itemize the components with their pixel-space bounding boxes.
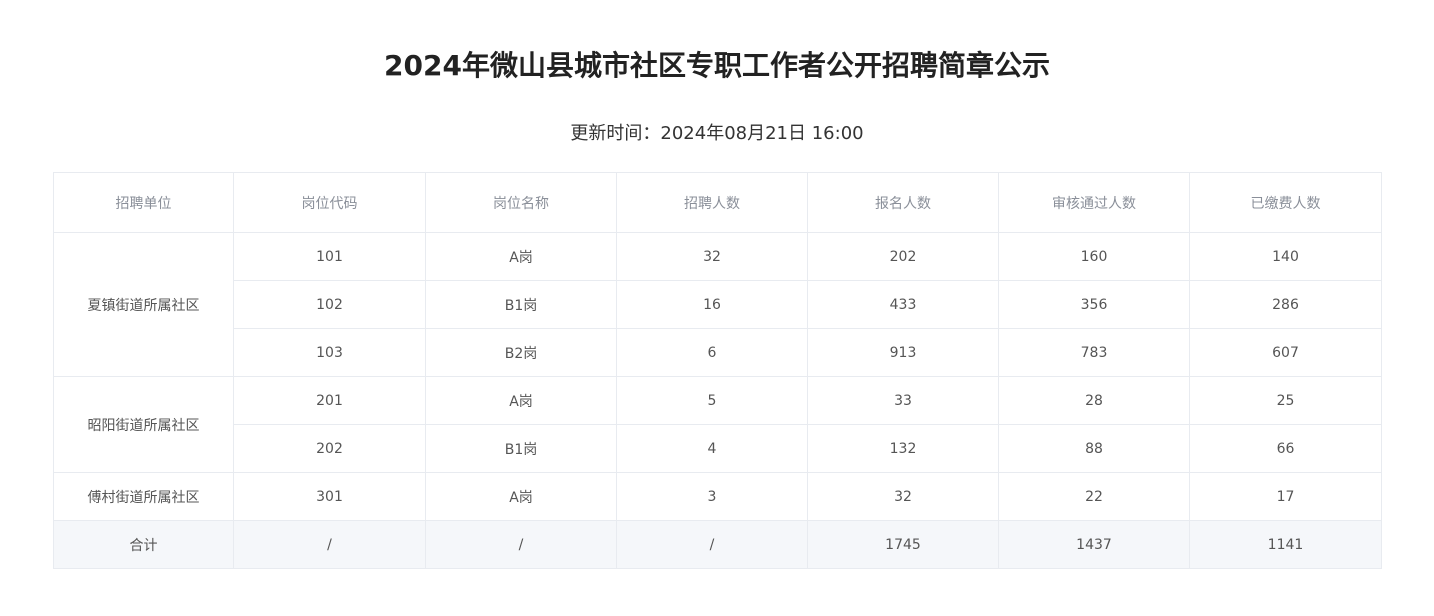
approved-cell: 28	[998, 376, 1190, 425]
table-row: 202 B1岗 4 132 88 66	[54, 424, 1382, 473]
update-time-line: 更新时间：2024年08月21日 16:00	[0, 120, 1434, 148]
quota-cell: 3	[616, 472, 808, 521]
quota-cell: 4	[616, 424, 808, 473]
quota-cell: 6	[616, 328, 808, 377]
total-quota-cell: /	[616, 520, 808, 569]
table-row: 傅村街道所属社区 301 A岗 3 32 22 17	[53, 472, 1382, 521]
applied-cell: 33	[807, 376, 999, 425]
name-cell: A岗	[425, 472, 617, 521]
paid-cell: 66	[1189, 424, 1382, 473]
name-cell: B1岗	[425, 424, 617, 473]
paid-cell: 17	[1189, 472, 1382, 521]
paid-cell: 25	[1189, 376, 1382, 425]
header-quota: 招聘人数	[616, 172, 808, 233]
paid-cell: 140	[1189, 232, 1382, 281]
page-title: 2024年微山县城市社区专职工作者公开招聘简章公示	[384, 49, 1050, 82]
recruitment-table: 招聘单位 岗位代码 岗位名称 招聘人数 报名人数 审核通过人数 已缴费人数 夏镇…	[53, 172, 1382, 569]
total-label-cell: 合计	[53, 520, 234, 569]
name-cell: B1岗	[425, 280, 617, 329]
code-cell: 101	[233, 232, 426, 281]
paid-cell: 607	[1189, 328, 1382, 377]
total-row: 合计 / / / 1745 1437 1141	[53, 520, 1382, 569]
quota-cell: 16	[616, 280, 808, 329]
approved-cell: 22	[998, 472, 1190, 521]
table-row: 夏镇街道所属社区 101 A岗 32 202 160 140	[53, 232, 1382, 377]
code-cell: 103	[233, 328, 426, 377]
header-code: 岗位代码	[233, 172, 426, 233]
total-approved-cell: 1437	[998, 520, 1190, 569]
applied-cell: 913	[807, 328, 999, 377]
name-cell: B2岗	[425, 328, 617, 377]
approved-cell: 783	[998, 328, 1190, 377]
unit-cell: 傅村街道所属社区	[53, 472, 234, 521]
header-approved: 审核通过人数	[998, 172, 1190, 233]
header-unit: 招聘单位	[53, 172, 234, 233]
code-cell: 301	[233, 472, 426, 521]
table-header-row: 招聘单位 岗位代码 岗位名称 招聘人数 报名人数 审核通过人数 已缴费人数	[53, 172, 1382, 233]
paid-cell: 286	[1189, 280, 1382, 329]
update-time-label: 更新时间：	[570, 123, 661, 144]
header-applied: 报名人数	[807, 172, 999, 233]
code-cell: 102	[233, 280, 426, 329]
code-cell: 201	[233, 376, 426, 425]
table-row: 102 B1岗 16 433 356 286	[54, 280, 1382, 329]
unit-cell: 昭阳街道所属社区	[53, 376, 234, 473]
name-cell: A岗	[425, 232, 617, 281]
unit-cell: 夏镇街道所属社区	[53, 232, 234, 377]
approved-cell: 160	[998, 232, 1190, 281]
approved-cell: 356	[998, 280, 1190, 329]
applied-cell: 132	[807, 424, 999, 473]
quota-cell: 5	[616, 376, 808, 425]
name-cell: A岗	[425, 376, 617, 425]
applied-cell: 32	[807, 472, 999, 521]
applied-cell: 202	[807, 232, 999, 281]
quota-cell: 32	[616, 232, 808, 281]
total-paid-cell: 1141	[1189, 520, 1382, 569]
update-time-value: 2024年08月21日 16:00	[660, 123, 864, 144]
applied-cell: 433	[807, 280, 999, 329]
approved-cell: 88	[998, 424, 1190, 473]
table-row: 昭阳街道所属社区 201 A岗 5 33 28 25	[53, 376, 1382, 473]
total-name-cell: /	[425, 520, 617, 569]
total-code-cell: /	[233, 520, 426, 569]
header-paid: 已缴费人数	[1189, 172, 1382, 233]
table-row: 103 B2岗 6 913 783 607	[54, 328, 1382, 377]
total-applied-cell: 1745	[807, 520, 999, 569]
code-cell: 202	[233, 424, 426, 473]
header-name: 岗位名称	[425, 172, 617, 233]
